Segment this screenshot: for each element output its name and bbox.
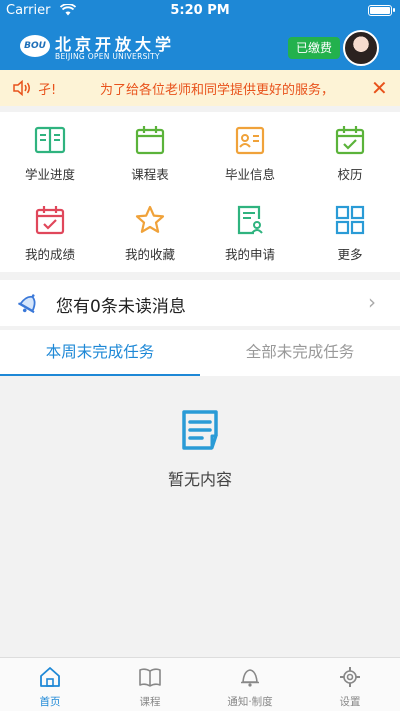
notice-prefix: 孑!	[38, 83, 57, 98]
grid-item-my-grades[interactable]: 我的成绩	[0, 192, 100, 272]
empty-state: 暂无内容	[0, 376, 400, 656]
nav-item-label: 课程	[139, 696, 161, 708]
battery-icon	[368, 5, 395, 16]
grid-item-label: 我的成绩	[24, 247, 75, 262]
grid-item-timetable[interactable]: 课程表	[100, 112, 200, 192]
grid-item-more[interactable]: 更多	[300, 192, 400, 272]
nav-item-label: 设置	[339, 696, 361, 708]
bell-icon	[17, 294, 36, 314]
tab-this-weekend[interactable]: 本周末完成任务	[0, 330, 200, 376]
grid-item-graduation-info[interactable]: 毕业信息	[200, 112, 300, 192]
bottom-navigation: 首页 课程 通知·制度 设置	[0, 657, 400, 711]
gear-icon	[340, 667, 360, 687]
chevron-right-icon: ›	[368, 290, 376, 314]
nav-item-settings[interactable]: 设置	[300, 658, 400, 711]
nav-item-label: 首页	[39, 696, 61, 708]
close-icon[interactable]: ✕	[371, 76, 388, 100]
calendar-icon	[135, 126, 165, 155]
star-icon	[135, 205, 165, 233]
notice-bar[interactable]: 孑! 为了给各位老师和同学提供更好的服务， ✕	[0, 70, 400, 106]
nav-item-courses[interactable]: 课程	[100, 658, 200, 711]
unread-messages-text: 您有0条未读消息	[56, 297, 186, 317]
task-tabs: 本周末完成任务 全部未完成任务	[0, 330, 400, 376]
book-icon	[34, 126, 66, 154]
speaker-icon	[12, 79, 32, 100]
bell-icon	[241, 669, 259, 687]
unread-messages-row[interactable]: 您有0条未读消息 ›	[0, 280, 400, 326]
document-icon	[182, 410, 218, 450]
university-name-en: BEIJING OPEN UNIVERSITY	[55, 52, 160, 61]
calendar-check-icon	[35, 206, 65, 235]
grid-item-label: 毕业信息	[224, 167, 275, 182]
nav-item-notices[interactable]: 通知·制度	[200, 658, 300, 711]
open-book-icon	[139, 668, 161, 687]
grid-item-label: 学业进度	[24, 167, 75, 182]
grid-item-label: 课程表	[131, 167, 169, 182]
id-card-icon	[235, 126, 265, 155]
empty-state-text: 暂无内容	[167, 470, 232, 489]
grid-item-my-favorites[interactable]: 我的收藏	[100, 192, 200, 272]
notice-text: 为了给各位老师和同学提供更好的服务，	[100, 83, 335, 98]
nav-item-home[interactable]: 首页	[0, 658, 100, 711]
grid-item-school-calendar[interactable]: 校历	[300, 112, 400, 192]
grid-icon	[335, 205, 365, 235]
app-header: BOU 北京开放大学 BEIJING OPEN UNIVERSITY 已缴费	[0, 22, 400, 70]
tab-all-unfinished[interactable]: 全部未完成任务	[200, 330, 400, 376]
paid-status-button[interactable]: 已缴费	[288, 37, 340, 59]
clock: 5:20 PM	[170, 3, 230, 18]
home-icon	[40, 667, 60, 687]
grid-item-label: 更多	[337, 247, 363, 262]
status-bar: Carrier 5:20 PM	[0, 0, 400, 22]
university-logo-emblem: BOU	[20, 35, 50, 57]
feature-grid: 学业进度 课程表 毕业信息 校历 我的成绩 我的收藏 我的申请 更多	[0, 112, 400, 272]
grid-item-academic-progress[interactable]: 学业进度	[0, 112, 100, 192]
nav-item-label: 通知·制度	[227, 696, 273, 708]
avatar[interactable]	[343, 30, 379, 66]
grid-item-label: 我的收藏	[124, 247, 175, 262]
form-user-icon	[237, 205, 263, 235]
calendar-check-icon	[335, 126, 365, 155]
grid-item-label: 我的申请	[224, 247, 275, 262]
grid-item-my-applications[interactable]: 我的申请	[200, 192, 300, 272]
grid-item-label: 校历	[337, 167, 363, 182]
